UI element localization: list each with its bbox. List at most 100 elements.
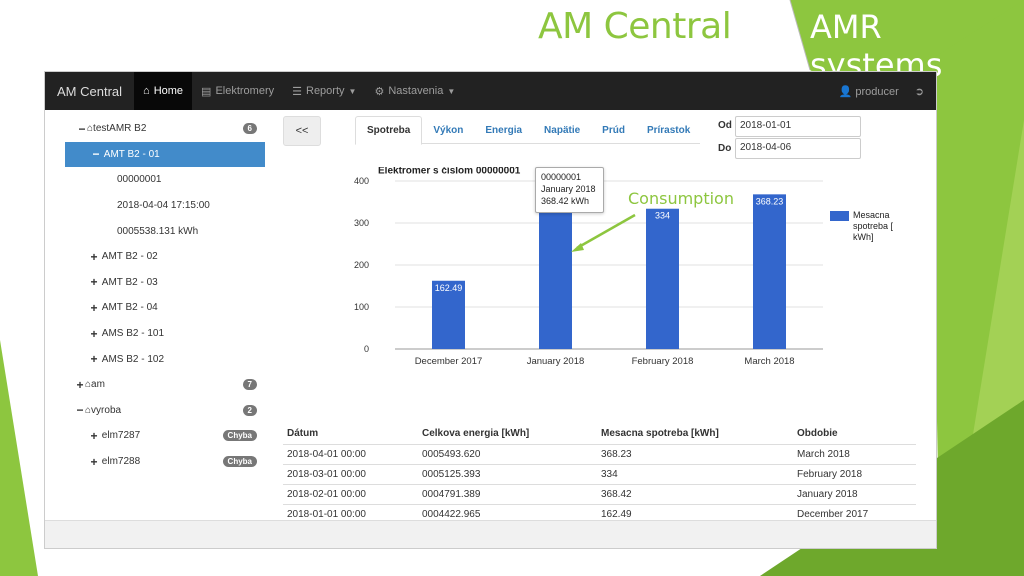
navbar: AM Central ⌂ Home ▤ Elektromery ☰ Report… [45, 72, 936, 110]
tab-napatie[interactable]: Napätie [533, 116, 591, 144]
expand-icon[interactable]: + [89, 250, 99, 264]
tree-node-amt03[interactable]: + AMT B2 - 03 [65, 270, 265, 296]
nav-item-nastavenia[interactable]: ⚙ Nastavenia ▼ [365, 72, 464, 110]
table-header-cell: Dátum [283, 424, 418, 445]
expand-icon[interactable]: + [75, 378, 85, 392]
table-header-row: Dátum Celkova energia [kWh] Mesacna spotre… [283, 424, 916, 445]
tree-node-ams102[interactable]: + AMS B2 - 102 [65, 346, 265, 372]
legend-swatch [830, 211, 849, 221]
annotation-label: Consumption [628, 189, 734, 208]
table-cell: January 2018 [793, 483, 916, 504]
user-menu[interactable]: 👤 producer [839, 85, 899, 98]
nav-item-label: Home [153, 85, 184, 97]
bar-data-label: 162.49 [435, 283, 463, 293]
nav-item-home[interactable]: ⌂ Home [134, 72, 193, 110]
tree-node-am[interactable]: + ⌂ am 7 [65, 372, 265, 398]
bar-data-label: 334 [655, 211, 670, 221]
expand-icon[interactable]: + [89, 275, 99, 289]
tree-leaf-energy: 0005538.131 kWh [65, 218, 265, 244]
y-tick-label: 400 [354, 176, 369, 186]
y-tick-label: 0 [364, 344, 369, 354]
tab-prud[interactable]: Prúd [591, 116, 636, 144]
nav-item-reporty[interactable]: ☰ Reporty ▼ [283, 72, 365, 110]
table-cell: 2018-02-01 00:00 [283, 483, 418, 504]
tree-node-label: AMT B2 - 01 [103, 148, 160, 160]
logout-icon[interactable]: ➲ [915, 85, 924, 98]
expand-icon[interactable]: + [89, 429, 99, 443]
expand-icon[interactable]: + [89, 455, 99, 469]
tab-prirastok[interactable]: Prírastok [636, 116, 701, 144]
table-row: 2018-03-01 00:00 0005125.393 334 February 2… [283, 463, 916, 484]
app-window: AM Central ⌂ Home ▤ Elektromery ☰ Report… [44, 71, 937, 549]
error-badge: Chyba [222, 430, 257, 442]
table-row: 2018-02-01 00:00 0004791.389 368.42 January… [283, 483, 916, 504]
chart-bar [646, 208, 679, 349]
tree-node-elm7288[interactable]: + elm7288 Chyba [65, 449, 265, 475]
table-body: 2018-04-01 00:00 0005493.620 368.23 March 2… [283, 443, 916, 524]
count-badge: 7 [242, 379, 257, 391]
tab-bar: Spotreba Výkon Energia Napätie Prúd Prír… [355, 116, 701, 145]
chart-legend: Mesacna spotreba [ kWh] [830, 210, 903, 243]
date-from-label: Od [718, 120, 732, 131]
tree-node-amt02[interactable]: + AMT B2 - 02 [65, 244, 265, 270]
caret-down-icon: ▼ [447, 86, 456, 96]
date-to-input[interactable]: 2018-04-06 [735, 138, 861, 159]
y-tick-label: 100 [354, 302, 369, 312]
error-badge: Chyba [222, 456, 257, 468]
table-row: 2018-04-01 00:00 0005493.620 368.23 March 2… [283, 443, 916, 464]
tree-node-label: AMT B2 - 03 [101, 276, 158, 288]
tab-vykon[interactable]: Výkon [422, 116, 474, 144]
table-cell: 0005125.393 [418, 463, 597, 484]
table-cell: 368.23 [597, 443, 793, 464]
count-badge: 2 [242, 404, 257, 416]
tree-node-elm7287[interactable]: + elm7287 Chyba [65, 423, 265, 449]
expand-icon[interactable]: + [89, 301, 99, 315]
tree-node-label: AMS B2 - 102 [101, 353, 165, 365]
tree-leaf-timestamp: 2018-04-04 17:15:00 [65, 193, 265, 219]
leaf-text: 00000001 [117, 174, 162, 186]
table-cell: 2018-03-01 00:00 [283, 463, 418, 484]
tree-node-vyroba[interactable]: − ⌂ vyroba 2 [65, 398, 265, 424]
y-tick-label: 200 [354, 260, 369, 270]
nav-item-label: Reporty [306, 85, 345, 97]
collapse-icon[interactable]: − [91, 147, 101, 161]
x-tick-label: December 2017 [415, 356, 483, 367]
tab-energia[interactable]: Energia [474, 116, 533, 144]
date-from-input[interactable]: 2018-01-01 [735, 116, 861, 137]
user-name: producer [855, 85, 899, 98]
table-cell: 0004791.389 [418, 483, 597, 504]
tree-node-label: AMT B2 - 02 [101, 251, 158, 263]
slide: { "slide": {"title": "AM Central", "tag"… [0, 0, 1024, 576]
tree-node-amt04[interactable]: + AMT B2 - 04 [65, 295, 265, 321]
leaf-text: 0005538.131 kWh [117, 225, 199, 237]
tree-node-ams101[interactable]: + AMS B2 - 101 [65, 321, 265, 347]
chart-bar [539, 194, 572, 349]
tooltip-line: 368.42 kWh [541, 196, 590, 206]
back-button[interactable]: << [283, 116, 321, 146]
tree-node-label: AMS B2 - 101 [101, 328, 165, 340]
tree-node-label: vyroba [91, 404, 122, 416]
meter-icon: ▤ [201, 85, 212, 98]
tree-node-testamr[interactable]: − ⌂ testAMR B2 6 [65, 116, 265, 142]
collapse-icon[interactable]: − [75, 403, 85, 417]
bar-data-label: 368.23 [756, 196, 784, 206]
readings-table: Dátum Celkova energia [kWh] Mesacna spotre… [283, 424, 916, 524]
tab-spotreba[interactable]: Spotreba [355, 116, 423, 145]
y-tick-label: 300 [354, 218, 369, 228]
table-cell: 334 [597, 463, 793, 484]
tree-node-amt01[interactable]: − AMT B2 - 01 [65, 141, 265, 168]
navbar-brand[interactable]: AM Central [45, 84, 134, 99]
nav-item-elektromery[interactable]: ▤ Elektromery [192, 72, 283, 110]
expand-icon[interactable]: + [89, 327, 99, 341]
tree-node-label: testAMR B2 [93, 123, 147, 135]
tooltip-line: January 2018 [541, 184, 596, 194]
slide-title: AM Central [538, 6, 732, 47]
collapse-icon[interactable]: − [77, 122, 87, 136]
tree-sidebar: − ⌂ testAMR B2 6 − AMT B2 - 01 00000001 … [65, 116, 265, 474]
user-icon: 👤 [838, 85, 853, 98]
chart-title: Elektromer s číslom 00000001 [378, 167, 521, 176]
expand-icon[interactable]: + [89, 352, 99, 366]
table-cell: 0005493.620 [418, 443, 597, 464]
legend-label: Mesacna spotreba [ kWh] [853, 210, 894, 242]
table-cell: March 2018 [793, 443, 916, 464]
